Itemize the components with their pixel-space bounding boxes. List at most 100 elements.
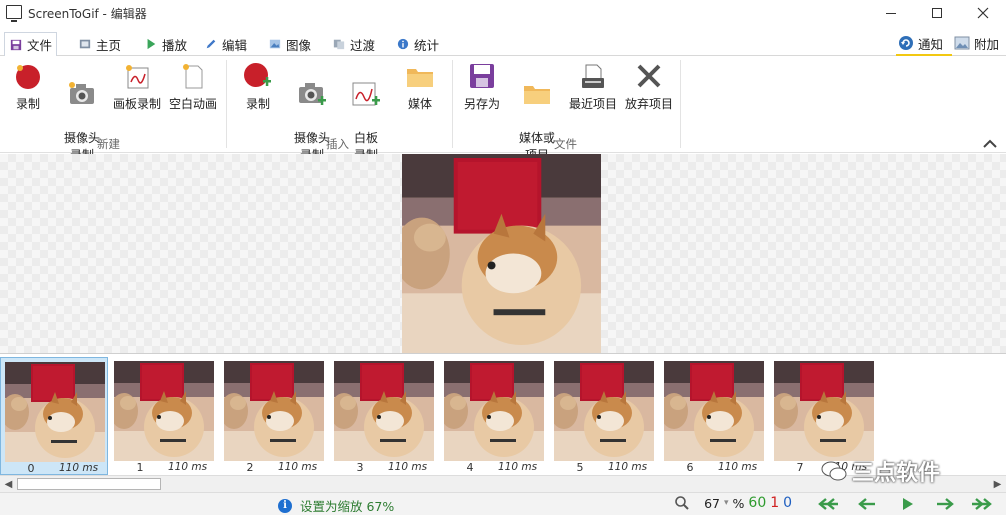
frame-item[interactable]: 2 110 ms (220, 357, 328, 475)
scroll-left-arrow-icon[interactable]: ◀ (0, 476, 17, 492)
insert-media-label: 媒体 (407, 97, 432, 111)
editor-canvas (0, 154, 1006, 353)
close-icon (977, 7, 989, 19)
new-board-button[interactable]: 画板录制 (110, 60, 164, 113)
frame-thumbnail (224, 361, 324, 461)
discard-project-label: 放弃项目 (624, 97, 673, 111)
frame-item[interactable]: 0 110 ms (0, 357, 108, 475)
board-add-icon (348, 77, 384, 109)
play-button[interactable] (892, 495, 922, 513)
group-separator (226, 60, 227, 148)
right-arrow-icon (937, 498, 954, 510)
next-frame-button[interactable] (930, 495, 960, 513)
frame-duration: 110 ms (388, 461, 428, 473)
picture-icon (954, 36, 970, 50)
group-insert-label: 插入 (326, 137, 349, 151)
tab-file[interactable]: 文件 (4, 32, 58, 57)
info-icon (397, 38, 409, 50)
scrollbar-thumb[interactable] (17, 478, 161, 490)
tab-edit[interactable]: 编辑 (200, 32, 251, 56)
notifications-tab[interactable]: 通知 (898, 32, 943, 54)
tab-transition[interactable]: 过渡 (328, 32, 379, 56)
frame-item[interactable]: 3 110 ms (330, 357, 438, 475)
pencil-icon (206, 39, 216, 49)
close-button[interactable] (960, 0, 1006, 26)
zoom-controls: 67 ▾ % 60 1 0 (674, 495, 792, 511)
frame-item[interactable]: 4 110 ms (440, 357, 548, 475)
frame-duration: 110 ms (498, 461, 538, 473)
ribbon-tab-bar: 文件 主页 播放 编辑 图像 过渡 统计 通知 附加 (0, 30, 1006, 57)
previous-frame-button[interactable] (852, 495, 882, 513)
folder-open-icon (514, 77, 560, 109)
minimize-icon (886, 12, 896, 14)
frame-thumbnail (114, 361, 214, 461)
new-blank-button[interactable]: 空白动画 (166, 60, 220, 113)
recent-projects-label: 最近项目 (568, 97, 617, 111)
folder-icon (404, 60, 436, 92)
minimize-button[interactable] (868, 0, 914, 26)
tab-home[interactable]: 主页 (74, 32, 125, 56)
insert-record-button[interactable]: 录制 (238, 60, 278, 113)
collapse-ribbon-icon[interactable] (982, 138, 998, 150)
wechat-icon (821, 461, 847, 481)
extras-tab[interactable]: 附加 (954, 32, 999, 54)
home-icon (79, 39, 91, 49)
frame-duration: 110 ms (718, 461, 758, 473)
notifications-label: 通知 (918, 36, 944, 52)
frame-thumbnail (444, 361, 544, 461)
scroll-right-arrow-icon[interactable]: ▶ (989, 476, 1006, 492)
insert-media-button[interactable]: 媒体 (404, 60, 436, 113)
frame-item[interactable]: 6 110 ms (660, 357, 768, 475)
selected-count: 1 (770, 495, 780, 511)
blank-file-icon (166, 60, 220, 92)
tab-playback[interactable]: 播放 (140, 32, 191, 56)
frame-number: 6 (686, 461, 694, 474)
new-record-label: 录制 (15, 97, 40, 111)
camera-add-icon (288, 77, 336, 109)
tab-playback-label: 播放 (162, 37, 188, 53)
transition-icon (333, 39, 345, 50)
frame-count: 60 (748, 495, 767, 511)
status-message-area: i 设置为缩放 67% (278, 496, 394, 515)
play-icon (903, 498, 913, 510)
frame-thumbnail (5, 362, 105, 462)
discard-project-button[interactable]: 放弃项目 (622, 60, 676, 113)
insert-record-label: 录制 (245, 97, 270, 111)
extras-label: 附加 (974, 36, 1000, 52)
watermark-text: 三点软件 (852, 461, 941, 486)
last-frame-button[interactable] (968, 495, 998, 513)
frame-preview-image[interactable] (402, 154, 601, 353)
frame-number: 1 (136, 461, 144, 474)
zoom-stepper-icon[interactable]: ▾ (724, 498, 729, 508)
frame-thumbnail (554, 361, 654, 461)
frame-item[interactable]: 1 110 ms (110, 357, 218, 475)
tab-statistics[interactable]: 统计 (392, 32, 443, 56)
double-left-arrow-icon (818, 498, 838, 510)
current-frame-index: 0 (783, 495, 793, 511)
frame-thumbnail (774, 361, 874, 461)
tab-image[interactable]: 图像 (264, 32, 315, 56)
frame-duration: 110 ms (59, 462, 99, 474)
board-icon (110, 60, 164, 92)
frame-number: 2 (246, 461, 254, 474)
play-icon (147, 38, 156, 50)
magnifier-icon (675, 496, 689, 510)
new-record-button[interactable]: 录制 (8, 60, 48, 113)
maximize-button[interactable] (914, 0, 960, 26)
tab-image-label: 图像 (286, 37, 312, 53)
tab-home-label: 主页 (96, 37, 122, 53)
frame-thumbnail (664, 361, 764, 461)
new-board-label: 画板录制 (112, 97, 161, 111)
refresh-icon (899, 36, 913, 50)
frame-thumbnail (334, 361, 434, 461)
record-add-icon (238, 60, 278, 92)
frame-item[interactable]: 5 110 ms (550, 357, 658, 475)
save-as-button[interactable]: 另存为 (460, 60, 504, 113)
frame-number: 4 (466, 461, 474, 474)
watermark: 三点软件 (820, 455, 940, 487)
recent-projects-button[interactable]: 最近项目 (566, 60, 620, 113)
new-blank-label: 空白动画 (168, 97, 217, 111)
first-frame-button[interactable] (812, 495, 842, 513)
zoom-input[interactable]: 67 (694, 496, 720, 511)
frame-duration: 110 ms (168, 461, 208, 473)
